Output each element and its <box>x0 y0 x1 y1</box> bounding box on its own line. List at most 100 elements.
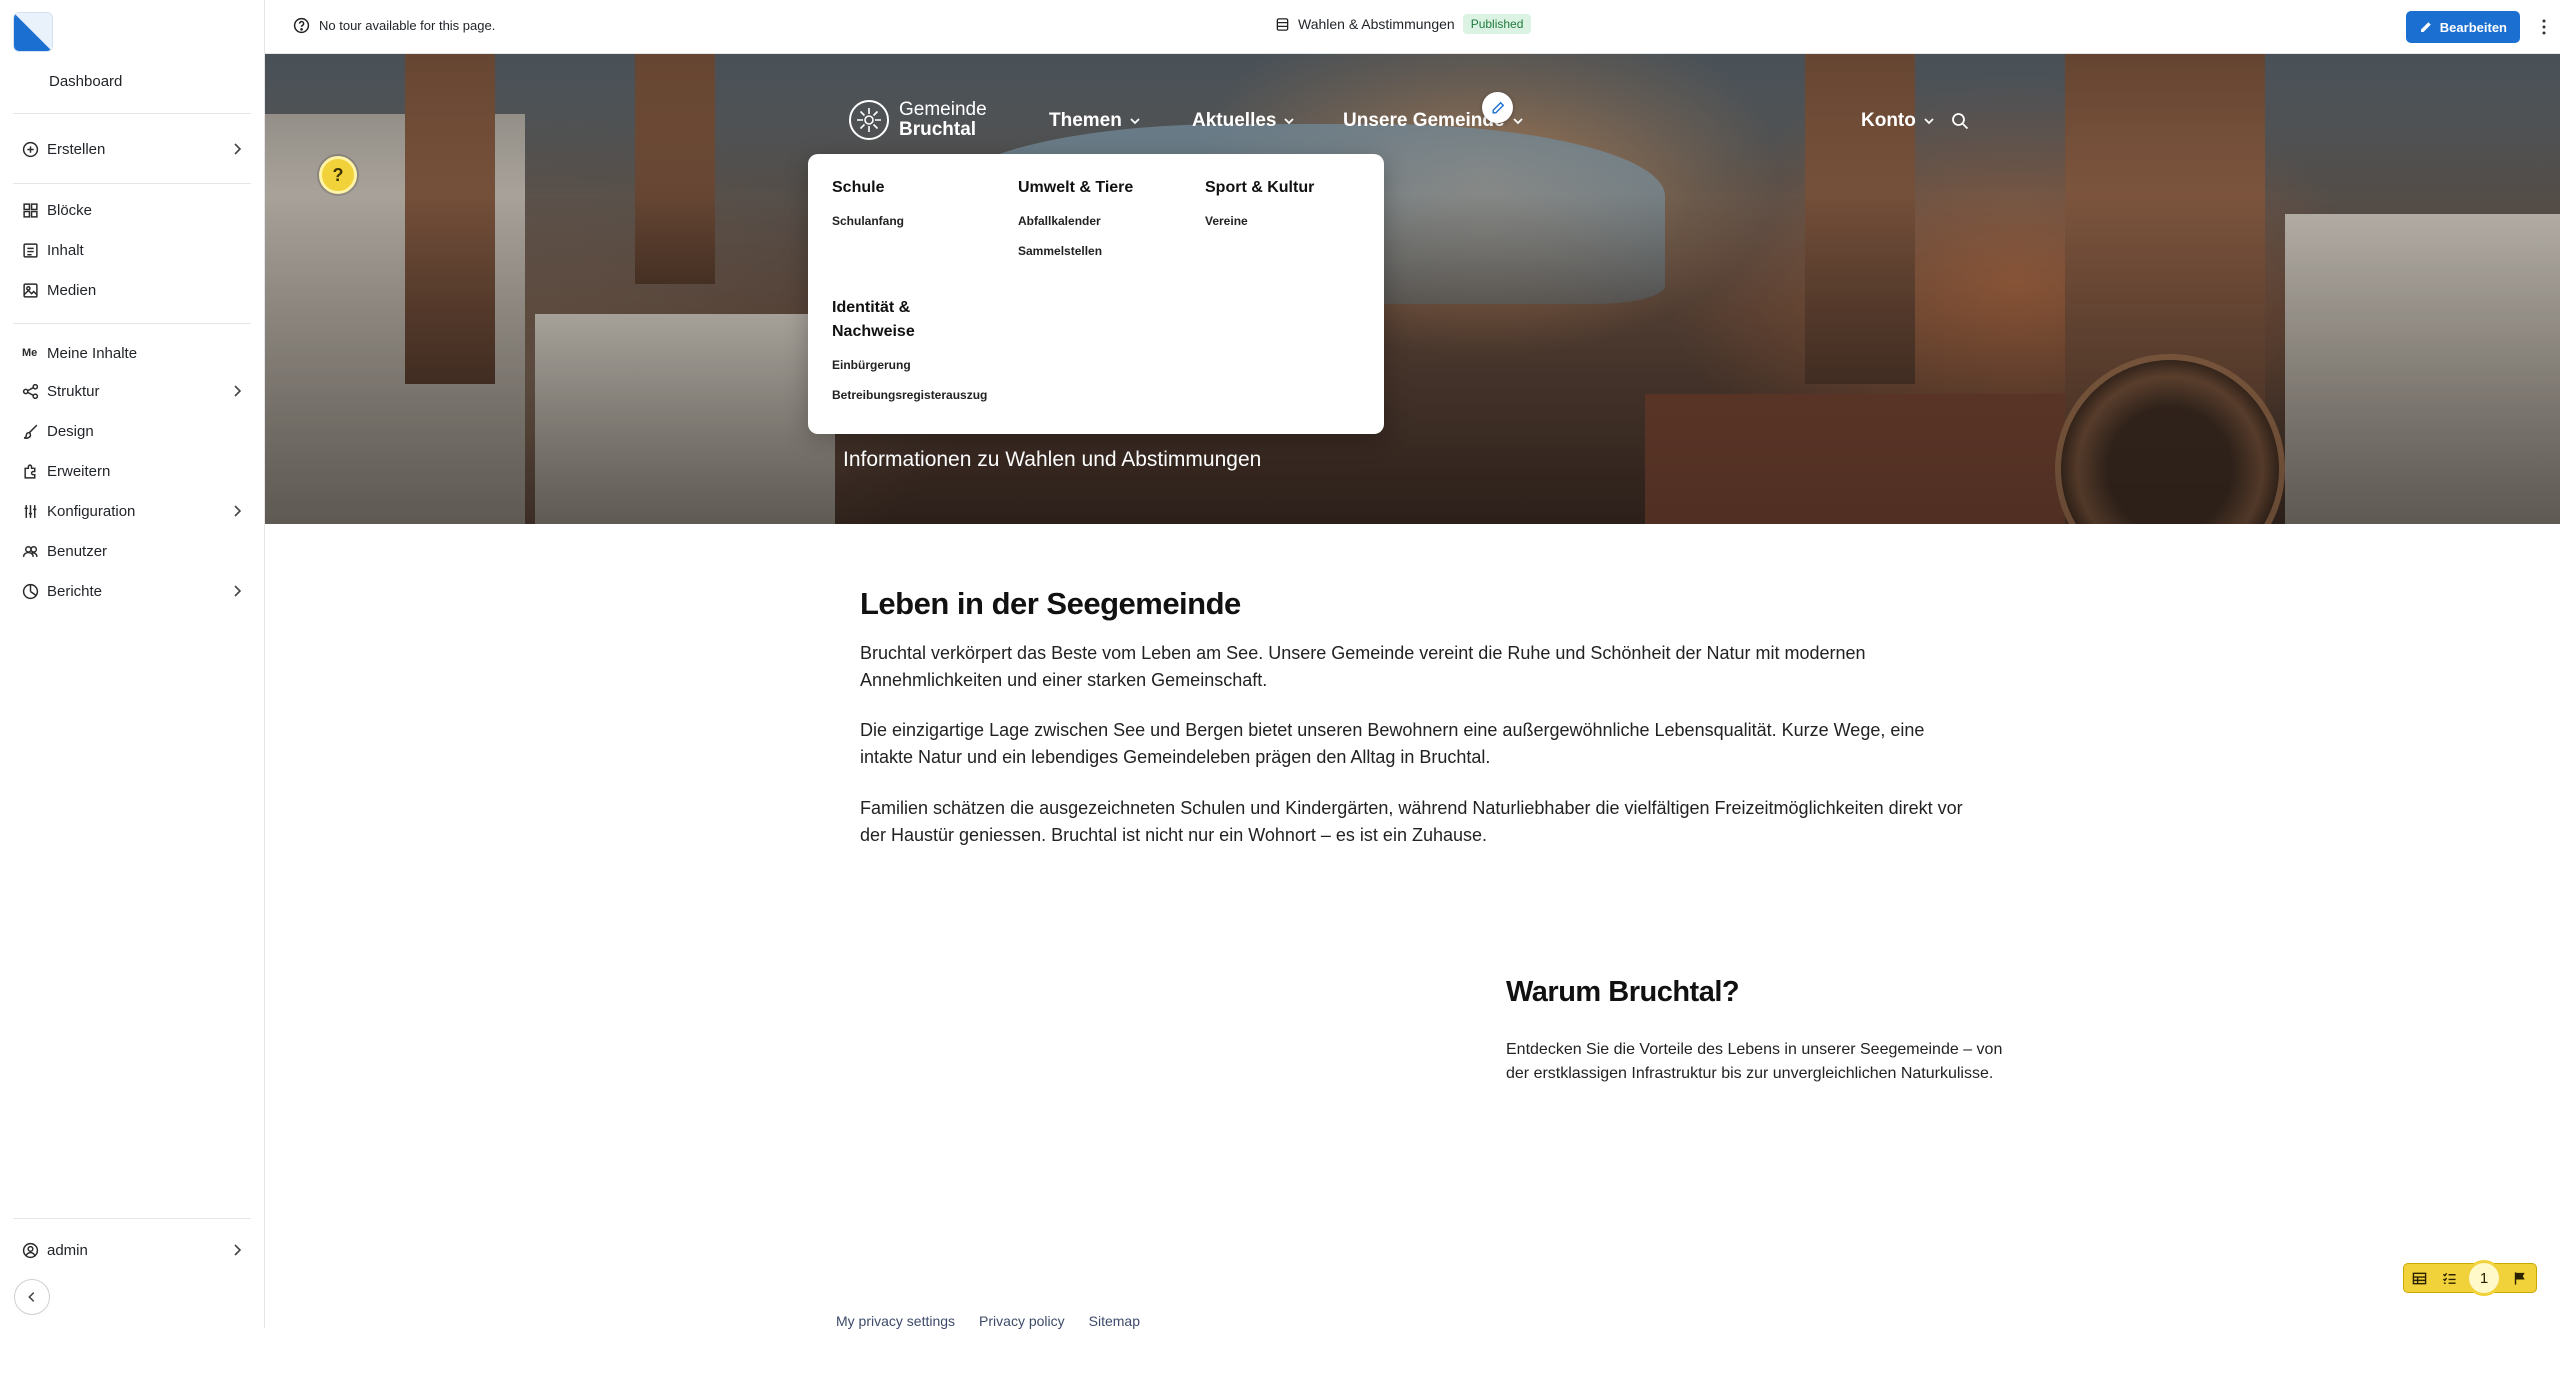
edit-button[interactable]: Bearbeiten <box>2405 11 2520 43</box>
sidebar-item-extend[interactable]: Erweitern <box>13 451 251 491</box>
sidebar-item-user[interactable]: admin <box>13 1230 251 1270</box>
brush-icon <box>13 423 47 440</box>
me-icon: Me <box>22 347 38 359</box>
sidebar-item-reports[interactable]: Berichte <box>13 571 251 611</box>
site-logo-line1: Gemeinde <box>899 99 987 121</box>
sidebar-user-label: admin <box>47 1241 88 1259</box>
nav-item-konto[interactable]: Konto <box>1861 110 1935 132</box>
sidebar-item-label: Blöcke <box>47 201 93 219</box>
sidebar-divider <box>13 1218 251 1219</box>
issue-count-badge[interactable]: 1 <box>2466 1260 2502 1296</box>
nav-item-label: Konto <box>1861 110 1916 131</box>
hero-banner: ? Gemeinde Bruchtal Themen Aktuelles Uns… <box>265 54 2560 524</box>
mega-menu-heading[interactable]: Umwelt & Tiere <box>1018 176 1133 200</box>
checklist-icon <box>2442 1272 2456 1284</box>
sidebar-item-label: Meine Inhalte <box>47 344 138 362</box>
sidebar-item-label: Konfiguration <box>47 502 136 520</box>
database-icon <box>1276 17 1289 31</box>
help-bubble-button[interactable]: ? <box>319 156 357 194</box>
mega-menu-heading[interactable]: Sport & Kultur <box>1205 176 1314 200</box>
sidebar-divider <box>13 113 251 114</box>
sidebar-item-users[interactable]: Benutzer <box>13 531 251 571</box>
mega-menu-heading[interactable]: Schule <box>832 176 904 200</box>
drupal-logo[interactable] <box>13 12 53 52</box>
sidebar-item-label: Berichte <box>47 582 103 600</box>
flag-button[interactable] <box>2504 1264 2534 1292</box>
sidebar-item-configuration[interactable]: Konfiguration <box>13 491 251 531</box>
pencil-icon <box>2420 21 2431 32</box>
sidebar-item-label: Medien <box>47 281 97 299</box>
nav-item-aktuelles[interactable]: Aktuelles <box>1192 110 1295 132</box>
mega-menu-link[interactable]: Sammelstellen <box>1018 244 1133 258</box>
content-paragraph: Bruchtal verkörpert das Beste vom Leben … <box>860 643 1866 690</box>
sidebar-item-label: Struktur <box>47 382 100 400</box>
sidebar-item-structure[interactable]: Struktur <box>13 371 251 411</box>
hero-subtitle: Informationen zu Wahlen und Abstimmungen <box>843 448 1262 471</box>
municipality-emblem-icon <box>849 100 889 140</box>
sidebar-item-label: Benutzer <box>47 542 108 560</box>
sidebar-item-label: Erstellen <box>47 140 106 158</box>
admin-sidebar: Dashboard Erstellen Blöcke Inhalt Medien… <box>0 0 265 1328</box>
chevron-right-icon <box>234 585 242 597</box>
sidebar-item-blocks[interactable]: Blöcke <box>13 190 251 230</box>
mega-menu-column: Identität & Nachweise Einbürgerung Betre… <box>832 296 987 402</box>
help-circle-icon <box>293 17 310 34</box>
more-vertical-icon[interactable] <box>2541 18 2547 36</box>
checklist-button[interactable] <box>2434 1264 2464 1292</box>
mega-menu-link[interactable]: Schulanfang <box>832 214 904 228</box>
mega-menu-link[interactable]: Vereine <box>1205 214 1314 228</box>
sidebar-divider <box>13 183 251 184</box>
accessibility-toolbar: 1 <box>2403 1260 2537 1296</box>
sidebar-item-label: Erweitern <box>47 462 111 480</box>
edit-button-label: Bearbeiten <box>2439 19 2507 35</box>
sliders-icon <box>13 503 47 520</box>
nav-item-label: Aktuelles <box>1192 110 1277 131</box>
sidebar-item-create[interactable]: Erstellen <box>13 129 251 169</box>
sidebar-item-my-content[interactable]: Me Meine Inhalte <box>13 333 251 373</box>
dashboard-link[interactable]: Dashboard <box>49 73 122 90</box>
nav-item-themen[interactable]: Themen <box>1049 110 1141 132</box>
mega-menu-link[interactable]: Einbürgerung <box>832 358 962 372</box>
footer-link-sitemap[interactable]: Sitemap <box>1089 1313 1140 1329</box>
sidebar-item-content[interactable]: Inhalt <box>13 230 251 270</box>
chevron-down-icon <box>1924 118 1934 125</box>
pencil-icon <box>1491 101 1504 114</box>
chevron-right-icon <box>234 1244 242 1256</box>
mega-menu-column: Schule Schulanfang <box>832 176 904 228</box>
sidebar-item-media[interactable]: Medien <box>13 270 251 310</box>
mega-menu-link[interactable]: Abfallkalender <box>1018 214 1133 228</box>
edit-pencil-bubble[interactable] <box>1482 92 1513 123</box>
plus-circle-icon <box>13 141 47 158</box>
admin-topbar: No tour available for this page. Wahlen … <box>265 0 2560 54</box>
why-section-title: Warum Bruchtal? <box>1506 976 1740 1008</box>
user-circle-icon <box>13 1242 47 1259</box>
mega-menu-link[interactable]: Betreibungsregisterauszug <box>832 388 987 402</box>
footer-links: My privacy settings Privacy policy Sitem… <box>836 1313 1140 1329</box>
site-logo[interactable]: Gemeinde Bruchtal <box>849 100 987 140</box>
sidebar-divider <box>13 323 251 324</box>
sidebar-item-design[interactable]: Design <box>13 411 251 451</box>
content-icon <box>13 242 47 259</box>
mega-menu-dropdown: Schule Schulanfang Umwelt & Tiere Abfall… <box>808 154 1384 434</box>
status-badge: Published <box>1462 14 1532 34</box>
mega-menu-column: Sport & Kultur Vereine <box>1205 176 1314 228</box>
page-title: Wahlen & Abstimmungen <box>1298 16 1455 32</box>
chevron-left-icon <box>28 1292 35 1302</box>
mega-menu-heading[interactable]: Identität & Nachweise <box>832 296 962 344</box>
sidebar-item-label: Inhalt <box>47 241 84 259</box>
table-view-button[interactable] <box>2404 1264 2434 1292</box>
content-paragraph: Familien schätzen die ausgezeichneten Sc… <box>860 798 1963 845</box>
footer-link-privacy-settings[interactable]: My privacy settings <box>836 1313 955 1329</box>
users-icon <box>13 543 47 560</box>
nav-item-label: Themen <box>1049 110 1122 131</box>
collapse-sidebar-button[interactable] <box>14 1279 50 1315</box>
page-indicator: Wahlen & Abstimmungen Published <box>1275 14 1532 34</box>
structure-icon <box>13 383 47 400</box>
nav-item-label: Unsere Gemeinde <box>1343 110 1505 131</box>
chevron-down-icon <box>1130 118 1140 125</box>
chevron-right-icon <box>234 385 242 397</box>
chart-icon <box>13 583 47 600</box>
blocks-icon <box>13 202 47 219</box>
footer-link-privacy-policy[interactable]: Privacy policy <box>979 1313 1065 1329</box>
search-icon[interactable] <box>1951 112 1969 130</box>
